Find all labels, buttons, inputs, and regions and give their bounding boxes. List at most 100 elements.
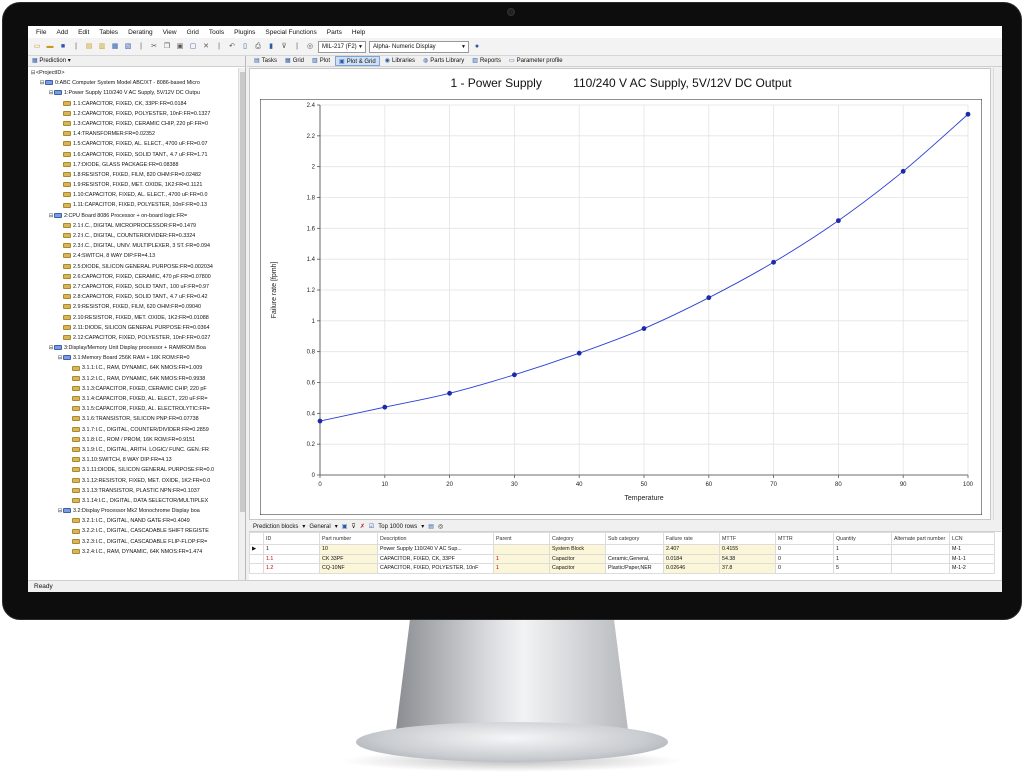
tree-node[interactable]: ⊟ 0:ABC Computer System Model ABC/XT - 80… xyxy=(28,78,239,88)
add-part-icon[interactable]: ▥ xyxy=(97,42,107,52)
tab-reports[interactable]: ▥ Reports xyxy=(469,56,504,66)
tree-node[interactable]: 1.6:CAPACITOR, FIXED, SOLID TANT., 4.7 u… xyxy=(28,150,239,160)
grid-view-dropdown[interactable]: General xyxy=(309,524,330,530)
tree-node[interactable]: 2.8:CAPACITOR, FIXED, SOLID TANT., 4.7 u… xyxy=(28,292,239,302)
tree-node[interactable]: 2.2:I.C., DIGITAL, COUNTER/DIVIDER:FR=0.… xyxy=(28,231,239,241)
column-header[interactable]: MTTF xyxy=(719,532,776,545)
tree-node[interactable]: 3.1.12:RESISTOR, FIXED, MET. OXIDE, 1K2:… xyxy=(28,476,239,486)
cut-icon[interactable]: ✂ xyxy=(149,42,159,52)
menu-item-tables[interactable]: Tables xyxy=(99,29,118,36)
menu-item-help[interactable]: Help xyxy=(352,29,365,36)
clear-filter-icon[interactable]: ✗ xyxy=(360,523,365,530)
save-icon[interactable]: ■ xyxy=(58,42,68,52)
tree-node[interactable]: ⊟ 3:Display/Memory Unit Display processor… xyxy=(28,343,239,353)
tree-node[interactable]: 3.1.13:TRANSISTOR, PLASTIC NPN:FR=0.1037 xyxy=(28,486,239,496)
column-header[interactable]: Part number xyxy=(319,532,378,545)
column-header[interactable]: Description xyxy=(377,532,494,545)
tree-node[interactable]: 3.1.5:CAPACITOR, FIXED, AL. ELECTROLYTIC… xyxy=(28,404,239,414)
tree-node[interactable]: 1.2:CAPACITOR, FIXED, POLYESTER, 10nF:FR… xyxy=(28,109,239,119)
new-file-icon[interactable]: ▭ xyxy=(32,42,42,52)
tree-node[interactable]: 3.2.1:I.C., DIGITAL, NAND GATE:FR=0.4049 xyxy=(28,516,239,526)
tab-libraries[interactable]: ◉ Libraries xyxy=(382,56,418,66)
table-row[interactable]: 1.2 CQ-10NF CAPACITOR, FIXED, POLYESTER, 1… xyxy=(249,563,995,574)
tree-node[interactable]: 3.1.1:I.C., RAM, DYNAMIC, 64K NMOS:FR=1.… xyxy=(28,363,239,373)
delete-icon[interactable]: ✕ xyxy=(201,42,211,52)
tree-node[interactable]: 3.1.9:I.C., DIGITAL, ARITH. LOGIC/ FUNC.… xyxy=(28,445,239,455)
tree-node[interactable]: ⊟ 3.2:Display Processor Mk2 Monochrome Di… xyxy=(28,506,239,516)
table-row[interactable]: ▶ 1 10 Power Supply 110/240 V AC Sup... Syst… xyxy=(249,544,995,555)
tab-tasks[interactable]: ▤ Tasks xyxy=(251,56,280,66)
filter-icon[interactable]: ⊽ xyxy=(279,42,289,52)
tree-node[interactable]: 2.10:RESISTOR, FIXED, MET. OXIDE, 1K2:FR… xyxy=(28,313,239,323)
grid-save-icon[interactable]: ▣ xyxy=(342,523,348,530)
prediction-blocks-dropdown[interactable]: Prediction blocks xyxy=(253,524,298,530)
tree-node[interactable]: 2.11:DIODE, SILICON GENERAL PURPOSE:FR=0… xyxy=(28,323,239,333)
tree-node[interactable]: 3.2.3:I.C., DIGITAL, CASCADABLE FLIP-FLO… xyxy=(28,537,239,547)
table-icon[interactable]: ▧ xyxy=(123,42,133,52)
menu-item-parts[interactable]: Parts xyxy=(327,29,342,36)
tree-node[interactable]: 1.3:CAPACITOR, FIXED, CERAMIC CHIP, 220 … xyxy=(28,119,239,129)
tree-node[interactable]: 2.7:CAPACITOR, FIXED, SOLID TANT., 100 u… xyxy=(28,282,239,292)
tree-node[interactable]: 3.2.4:I.C., RAM, DYNAMIC, 64K NMOS:FR=1.… xyxy=(28,547,239,557)
filter-icon[interactable]: ⊽ xyxy=(351,523,355,530)
binoculars-icon[interactable]: ◎ xyxy=(438,523,443,530)
tree-node[interactable]: 3.1.11:DIODE, SILICON GENERAL PURPOSE:FR… xyxy=(28,465,239,475)
tree-node[interactable]: ⊟ 3.1:Memory Board 256K RAM + 16K ROM:FR=… xyxy=(28,353,239,363)
tree-node[interactable]: 1.4:TRANSFORMER:FR=0.02352 xyxy=(28,129,239,139)
tree-node[interactable]: 3.1.14:I.C., DIGITAL, DATA SELECTOR/MULT… xyxy=(28,496,239,506)
print-icon[interactable]: ⎙ xyxy=(253,42,263,52)
tree-node[interactable]: 3.2.2:I.C., DIGITAL, CASCADABLE SHIFT RE… xyxy=(28,526,239,536)
tree-node[interactable]: 2.5:DIODE, SILICON GENERAL PURPOSE:FR=0.… xyxy=(28,262,239,272)
tree-node[interactable]: 1.1:CAPACITOR, FIXED, CK, 33PF:FR=0.0184 xyxy=(28,99,239,109)
tree-node[interactable]: 3.1.6:TRANSISTOR, SILICON PNP:FR=0.07738 xyxy=(28,414,239,424)
menu-item-add[interactable]: Add xyxy=(56,29,68,36)
table-row[interactable]: 1.1 CK 33PF CAPACITOR, FIXED, CK, 33PF 1 Cap… xyxy=(249,553,995,564)
tree-node[interactable]: 3.1.7:I.C., DIGITAL, COUNTER/DIVIDER:FR=… xyxy=(28,425,239,435)
tree-node[interactable]: 3.1.2:I.C., RAM, DYNAMIC, 64K NMOS:FR=0.… xyxy=(28,374,239,384)
tree-node[interactable]: 3.1.10:SWITCH, 8 WAY DIP:FR=4.13 xyxy=(28,455,239,465)
add-block-icon[interactable]: ▤ xyxy=(84,42,94,52)
tree-node[interactable]: 1.10:CAPACITOR, FIXED, AL. ELECT., 4700 … xyxy=(28,190,239,200)
tree-node[interactable]: ⊟<ProjectID> xyxy=(28,68,239,78)
copy-icon[interactable]: ❐ xyxy=(162,42,172,52)
tree-node[interactable]: 2.3:I.C., DIGITAL, UNIV. MULTIPLEXER, 3 … xyxy=(28,241,239,251)
tree-node[interactable]: 3.1.3:CAPACITOR, FIXED, CERAMIC CHIP, 22… xyxy=(28,384,239,394)
tree-node[interactable]: 2.12:CAPACITOR, FIXED, POLYESTER, 10nF:F… xyxy=(28,333,239,343)
tree-node[interactable]: 1.8:RESISTOR, FIXED, FILM, 820 OHM:FR=0.… xyxy=(28,170,239,180)
tree-node[interactable]: 2.6:CAPACITOR, FIXED, CERAMIC, 470 pF:FR… xyxy=(28,272,239,282)
standard-select[interactable]: MIL-217 (F2) ▼ xyxy=(318,40,366,53)
help-icon[interactable]: ● xyxy=(472,42,482,52)
row-limit-dropdown[interactable]: Top 1000 rows xyxy=(378,524,417,530)
tab-grid[interactable]: ▦ Grid xyxy=(282,56,307,66)
tree-node[interactable]: 1.5:CAPACITOR, FIXED, AL. ELECT., 4700 u… xyxy=(28,139,239,149)
menu-item-grid[interactable]: Grid xyxy=(187,29,199,36)
tree-node[interactable]: 2.1:I.C., DIGITAL MICROPROCESSOR:FR=0.14… xyxy=(28,221,239,231)
column-header[interactable]: Failure rate xyxy=(663,532,720,545)
column-header[interactable]: MTTR xyxy=(775,532,834,545)
column-header[interactable]: LCN xyxy=(949,532,995,545)
plot-scrollbar[interactable] xyxy=(993,68,1001,520)
prediction-dropdown[interactable]: ▦ Prediction ▾ xyxy=(28,56,245,67)
tab-plot-grid[interactable]: ▣ Plot & Grid xyxy=(335,56,380,66)
calculate-icon[interactable]: ▯ xyxy=(240,42,250,52)
report-icon[interactable]: ▮ xyxy=(266,42,276,52)
menu-item-edit[interactable]: Edit xyxy=(78,29,89,36)
tree-node[interactable]: 2.4:SWITCH, 8 WAY DIP:FR=4.13 xyxy=(28,251,239,261)
column-header[interactable]: ID xyxy=(263,532,320,545)
column-header[interactable]: Sub category xyxy=(605,532,664,545)
tree-node[interactable]: ⊟ 1:Power Supply 110/240 V AC Supply, 5V/… xyxy=(28,88,239,98)
open-folder-icon[interactable]: ▬ xyxy=(45,42,55,52)
export-icon[interactable]: ▤ xyxy=(428,523,434,530)
tree-node[interactable]: ⊟ 2:CPU Board 8086 Processor + on-board l… xyxy=(28,211,239,221)
menu-item-special-functions[interactable]: Special Functions xyxy=(265,29,316,36)
menu-item-file[interactable]: File xyxy=(36,29,46,36)
tree-scrollbar-thumb[interactable] xyxy=(240,72,245,512)
display-mode-select[interactable]: Alpha- Numeric Display ▼ xyxy=(369,40,469,53)
tree-scrollbar[interactable] xyxy=(238,68,245,580)
tab-parameter-profile[interactable]: ▭ Parameter profile xyxy=(506,56,566,66)
column-header[interactable]: Category xyxy=(549,532,606,545)
binoculars-icon[interactable]: ◎ xyxy=(305,42,315,52)
apply-filter-icon[interactable]: ☑ xyxy=(369,523,374,530)
library-icon[interactable]: ▦ xyxy=(110,42,120,52)
paste-special-icon[interactable]: ▢ xyxy=(188,42,198,52)
